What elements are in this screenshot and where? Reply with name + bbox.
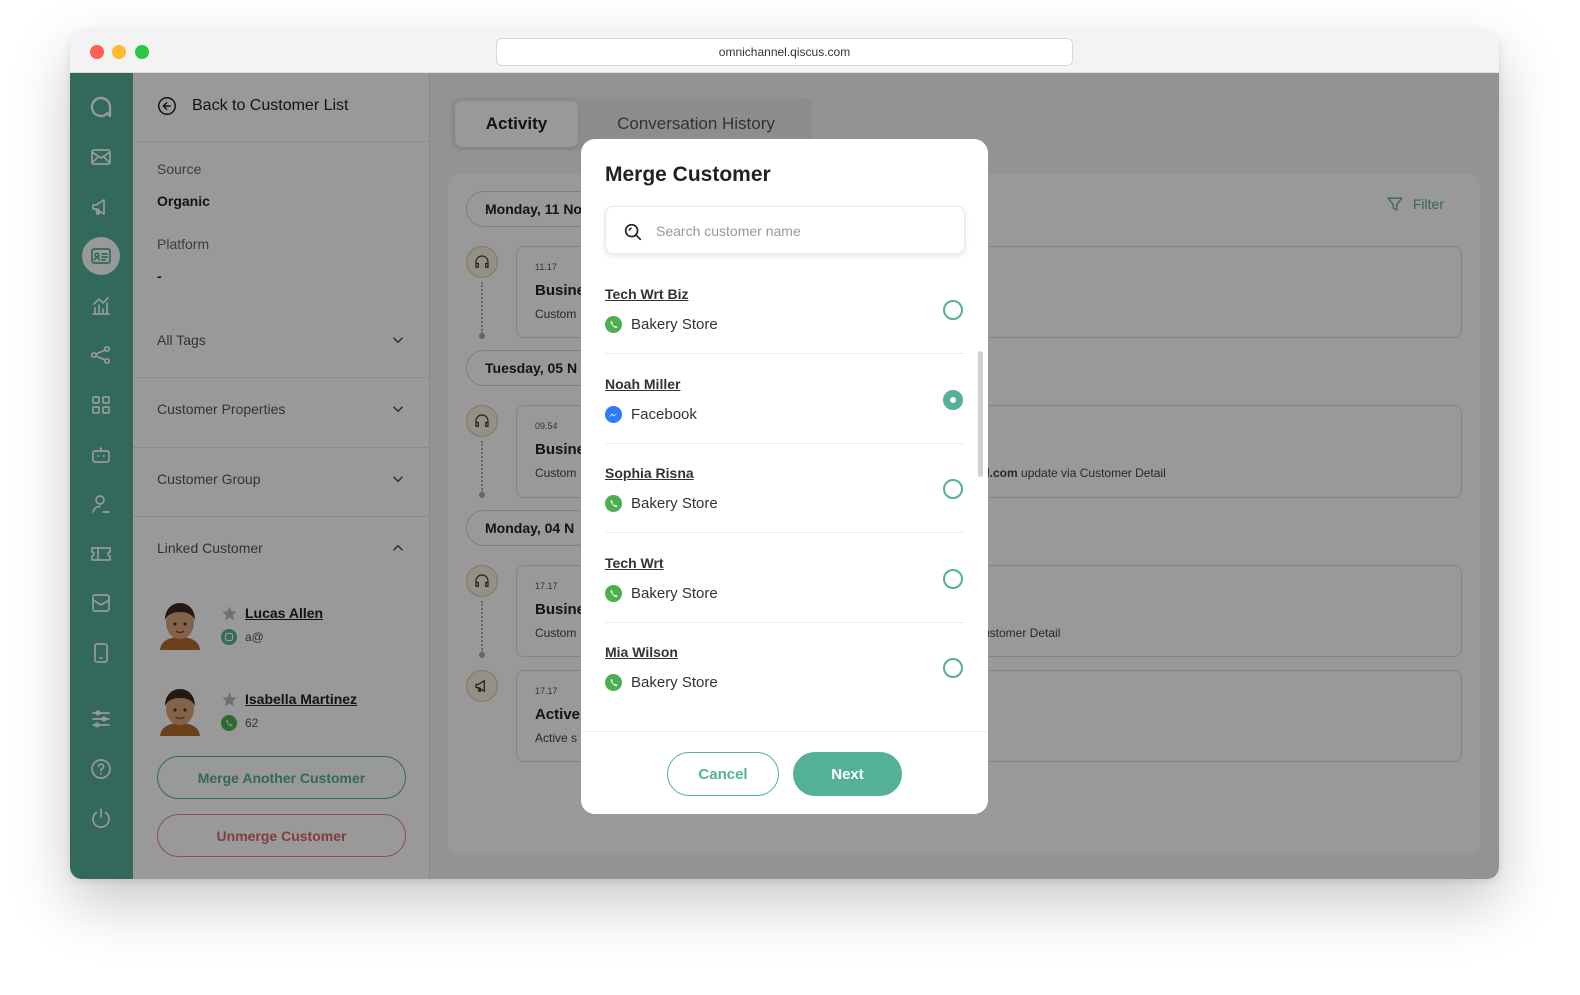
- customer-list-item[interactable]: Tech Wrt Bakery Store: [605, 534, 965, 623]
- customer-name[interactable]: Sophia Risna: [605, 465, 694, 481]
- customer-radio-selected[interactable]: [943, 390, 963, 410]
- customer-name[interactable]: Tech Wrt Biz: [605, 286, 689, 302]
- customer-name[interactable]: Tech Wrt: [605, 555, 664, 571]
- maximize-window-button[interactable]: [135, 45, 149, 59]
- search-icon: [624, 223, 642, 241]
- customer-channel: Bakery Store: [631, 585, 718, 602]
- customer-radio[interactable]: [943, 479, 963, 499]
- close-window-button[interactable]: [90, 45, 104, 59]
- whatsapp-icon: [605, 585, 622, 602]
- customer-name[interactable]: Noah Miller: [605, 376, 680, 392]
- customer-list: Tech Wrt Biz Bakery Store Noah Miller Fa…: [605, 265, 965, 731]
- customer-search: [605, 206, 965, 254]
- search-input[interactable]: [656, 219, 946, 243]
- customer-name[interactable]: Mia Wilson: [605, 644, 678, 660]
- customer-channel: Bakery Store: [631, 674, 718, 691]
- customer-channel: Bakery Store: [631, 495, 718, 512]
- customer-list-item[interactable]: Sophia Risna Bakery Store: [605, 444, 965, 533]
- customer-channel: Facebook: [631, 406, 697, 423]
- customer-radio[interactable]: [943, 300, 963, 320]
- browser-titlebar: omnichannel.qiscus.com: [70, 31, 1499, 73]
- cancel-button[interactable]: Cancel: [667, 752, 779, 796]
- whatsapp-icon: [605, 495, 622, 512]
- whatsapp-icon: [605, 674, 622, 691]
- customer-list-item[interactable]: Mia Wilson Bakery Store: [605, 623, 965, 712]
- browser-window: omnichannel.qiscus.com Back to Customer …: [70, 31, 1499, 879]
- url-bar[interactable]: omnichannel.qiscus.com: [496, 38, 1073, 66]
- modal-footer: Cancel Next: [581, 731, 988, 814]
- customer-channel: Bakery Store: [631, 316, 718, 333]
- customer-radio[interactable]: [943, 569, 963, 589]
- facebook-messenger-icon: [605, 406, 622, 423]
- customer-list-item[interactable]: Noah Miller Facebook: [605, 355, 965, 444]
- minimize-window-button[interactable]: [112, 45, 126, 59]
- merge-customer-modal: Merge Customer Tech Wrt Biz Bakery Store…: [581, 139, 988, 814]
- customer-list-item[interactable]: Tech Wrt Biz Bakery Store: [605, 265, 965, 354]
- customer-radio[interactable]: [943, 658, 963, 678]
- modal-title: Merge Customer: [605, 163, 771, 186]
- list-scrollbar[interactable]: [978, 351, 983, 477]
- whatsapp-icon: [605, 316, 622, 333]
- next-button[interactable]: Next: [793, 752, 902, 796]
